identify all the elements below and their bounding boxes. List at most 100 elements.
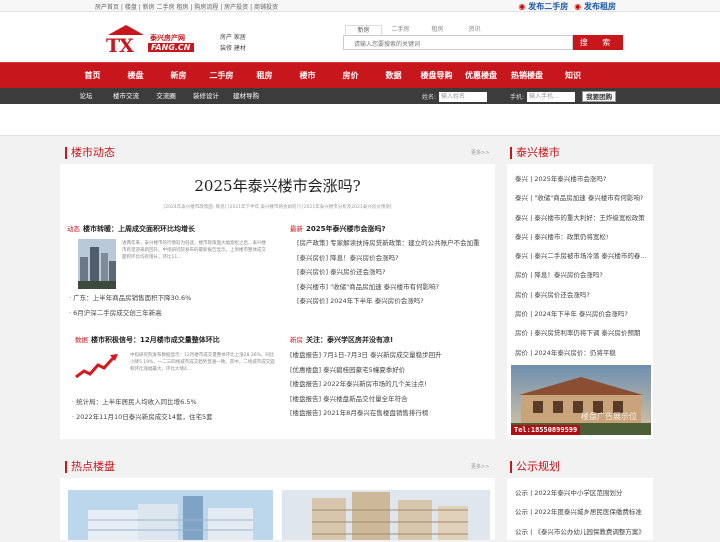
group-buy-button[interactable]: 我要团购 <box>582 91 617 102</box>
list-item[interactable]: · 广东：上半年商品房销售面积下降30.6% <box>69 291 191 306</box>
list-item[interactable]: [楼盘报告] 7月1日-7月3日 泰兴新房成交量稳步回升 <box>290 348 490 363</box>
nav-data[interactable]: 数据 <box>372 63 415 88</box>
list-item[interactable]: · 2022年11月10日泰兴新房成交14套，住宅5套 <box>72 410 213 425</box>
more-link-hot[interactable]: 更多>> <box>471 463 489 470</box>
nav-new-homes[interactable]: 新房 <box>157 63 200 88</box>
nav-hot-sale[interactable]: 热销楼盘 <box>504 63 550 88</box>
list-item[interactable]: 泰兴 | "收储"商品房加速 泰兴楼市有何影响? <box>515 189 647 208</box>
list-item[interactable]: 公示 | 《泰兴市公办幼儿园保教费调整方案》 <box>515 523 647 542</box>
list-item[interactable]: [泰兴房价] 2024年下半年 泰兴房价会涨吗? <box>297 294 495 309</box>
section-header-notice: 公示规划 <box>510 457 560 477</box>
post-rental-button[interactable]: ◉ 发布租房 <box>574 1 616 12</box>
headline[interactable]: 2025年泰兴楼市会涨吗? <box>60 175 495 196</box>
block-data-blurb: 中指研究院发布数据显示：12月楼市成交量整体环比上涨28.36%，同比小降5.1… <box>130 353 275 373</box>
top-links[interactable]: 房产首页 | 楼盘 | 新房 二手房 租房 | 购房流程 | 房产投资 | 商铺… <box>95 2 278 11</box>
name-input[interactable]: 输入姓名 <box>439 91 488 102</box>
section-header-hot: 热点楼盘 <box>65 457 115 477</box>
nav-projects[interactable]: 楼盘 <box>114 63 157 88</box>
city-photo[interactable] <box>78 239 116 289</box>
list-item[interactable]: [泰兴楼市] "收储"商品房加速 泰兴楼市有何影响? <box>297 280 495 295</box>
nav-knowledge[interactable]: 知识 <box>550 63 596 88</box>
nav-discounts[interactable]: 优惠楼盘 <box>458 63 504 88</box>
nav-rent[interactable]: 租房 <box>243 63 286 88</box>
block-newhomes-heading: 关注：泰兴学区房并没有凉! <box>306 336 394 344</box>
list-item[interactable]: 房价 | 泰兴房贷利率仍将下调 泰兴房价预期 <box>515 324 647 343</box>
trend-chart-image[interactable] <box>74 351 124 383</box>
post-secondhand-label: 发布二手房 <box>528 2 569 11</box>
nav-market[interactable]: 楼市 <box>286 63 329 88</box>
logo-roof-icon <box>108 25 144 35</box>
ad-caption: 楼盘广告展示位 <box>581 412 637 421</box>
block-latest-title[interactable]: 最新 2025年泰兴楼市会涨吗? <box>290 223 386 234</box>
search-button[interactable]: 搜 索 <box>573 35 623 50</box>
notice-list: 公示 | 2022年泰兴中小学区范围划分 公示 | 2022年度泰兴城乡居民医保… <box>515 484 647 542</box>
list-item[interactable]: [优惠楼盘] 泰兴碧桂园豪宅5幢夏季好价 <box>290 363 490 378</box>
top-bar: 房产首页 | 楼盘 | 新房 二手房 租房 | 购房流程 | 房产投资 | 商铺… <box>0 0 720 12</box>
list-item[interactable]: [楼盘报告] 泰兴楼盘新品交付量全年符合 <box>290 392 490 407</box>
list-item[interactable]: [房产政策] 专家解读扶持房贷新政策：建立的公共账户不会加重 <box>297 236 495 251</box>
block-dynamics-list: · 广东：上半年商品房销售面积下降30.6% · 6月沪深二手房成交创三年新高 <box>69 291 191 320</box>
list-item[interactable]: 泰兴 | 2025年泰兴楼市会涨吗? <box>515 170 647 189</box>
list-item[interactable]: · 6月沪深二手房成交创三年新高 <box>69 306 191 321</box>
subnav-circle[interactable]: 交流圈 <box>146 88 186 104</box>
site-logo[interactable]: TX 泰兴房产网 FANG.CN <box>100 25 200 57</box>
list-item[interactable]: 房价 | 2024年下半年 泰兴房价会涨吗? <box>515 305 647 324</box>
project-photo-2[interactable] <box>282 490 490 540</box>
search-tab-rent[interactable]: 租房 <box>419 25 456 35</box>
block-dynamics-title[interactable]: 动态 楼市转暖：上周成交面积环比均增长 <box>67 223 195 234</box>
list-item[interactable]: 公示 | 2022年泰兴中小学区范围划分 <box>515 484 647 503</box>
search-tabs: 新房 二手房 租房 资讯 <box>345 25 493 35</box>
banner-band <box>0 104 720 136</box>
slogan-line2: 装修 建材 <box>220 45 246 52</box>
list-item[interactable]: 泰兴 | 泰兴二手房被市场冷落 泰兴楼市的春天来了? <box>515 247 647 266</box>
nav-prices[interactable]: 房价 <box>329 63 372 88</box>
list-item[interactable]: [楼盘报告] 2022年泰兴新房市场的几个关注点! <box>290 377 490 392</box>
list-item[interactable]: [楼盘报告] 2021年8月泰兴在售楼盘销售排行榜 <box>290 406 490 421</box>
list-item[interactable]: 房价 | 2024年泰兴房价：仍将平稳 <box>515 344 647 363</box>
search-tab-new[interactable]: 新房 <box>345 25 382 35</box>
list-item[interactable]: 房价 | 泰兴房价还会涨吗? <box>515 286 647 305</box>
list-item[interactable]: [泰兴房价] 降息！泰兴房价会涨吗? <box>297 251 495 266</box>
phone-label: 手机: <box>510 94 525 101</box>
property-ad-banner[interactable]: 楼盘广告展示位 Tel:18550899599 <box>511 365 651 435</box>
more-link-market[interactable]: 更多>> <box>471 149 489 156</box>
list-item[interactable]: 房价 | 降息！泰兴房价会涨吗? <box>515 266 647 285</box>
list-item[interactable]: 泰兴 | 泰兴楼市的重大利好：王炸级宽松政策 <box>515 209 647 228</box>
block-dynamics-heading: 楼市转暖：上周成交面积环比均增长 <box>83 225 195 233</box>
block-latest-tag: 最新 <box>290 225 303 233</box>
section-title-notice: 公示规划 <box>510 461 560 473</box>
top-links-text[interactable]: 房产首页 | 楼盘 | 新房 二手房 租房 | 购房流程 | 房产投资 | 商铺… <box>95 2 278 11</box>
nav-secondhand[interactable]: 二手房 <box>200 63 243 88</box>
block-newhomes-title[interactable]: 新房 关注：泰兴学区房并没有凉! <box>290 334 393 345</box>
block-dynamics-tag: 动态 <box>67 225 80 233</box>
subnav-materials[interactable]: 建材导购 <box>226 88 266 104</box>
block-data-title[interactable]: 数据 楼市积极信号：12月楼市成交量整体环比 <box>75 334 220 345</box>
subnav-forum[interactable]: 论坛 <box>66 88 106 104</box>
megaphone-icon: ◉ <box>518 2 526 11</box>
subnav-market-talk[interactable]: 楼市交流 <box>106 88 146 104</box>
headline-related[interactable]: [2024年泰兴楼市政策面: 降息] [2021年下半年 泰兴楼市将会如何?] … <box>60 204 495 210</box>
subnav-decor[interactable]: 装修设计 <box>186 88 226 104</box>
list-item[interactable]: 泰兴 | 泰兴楼市：政策仍将宽松! <box>515 228 647 247</box>
notice-panel: 公示 | 2022年泰兴中小学区范围划分 公示 | 2022年度泰兴城乡居民医保… <box>507 478 653 540</box>
section-header-market: 楼市动态 <box>65 143 115 163</box>
list-item[interactable]: [泰兴房价] 泰兴房价还会涨吗? <box>297 265 495 280</box>
nav-home[interactable]: 首页 <box>71 63 114 88</box>
phone-input[interactable]: 输入手机... <box>527 91 576 102</box>
search-tab-secondhand[interactable]: 二手房 <box>382 25 419 35</box>
logo-tx: TX <box>106 35 134 57</box>
block-latest-list: [房产政策] 专家解读扶持房贷新政策：建立的公共账户不会加重 [泰兴房价] 降息… <box>297 236 495 309</box>
list-item[interactable]: 公示 | 2022年度泰兴城乡居民医保缴费标准 <box>515 503 647 522</box>
list-item[interactable]: · 统计局：上半年居民人均收入同比增6.5% <box>72 395 213 410</box>
ad-phone: Tel:18550899599 <box>511 425 581 435</box>
logo-sitename: 泰兴房产网 <box>150 34 185 42</box>
search-input[interactable]: 请输入您要搜索的关键词 <box>343 35 573 50</box>
name-label: 姓名: <box>422 94 437 101</box>
logo-domain: FANG.CN <box>148 43 194 52</box>
search-tab-news[interactable]: 资讯 <box>456 25 493 35</box>
nav-guide[interactable]: 楼盘导购 <box>415 63 458 88</box>
header-slogan: 房产 家居 装修 建材 <box>220 32 246 54</box>
section-title-hot: 热点楼盘 <box>65 461 115 473</box>
post-secondhand-button[interactable]: ◉ 发布二手房 <box>518 1 568 12</box>
project-photo-1[interactable] <box>68 490 273 540</box>
